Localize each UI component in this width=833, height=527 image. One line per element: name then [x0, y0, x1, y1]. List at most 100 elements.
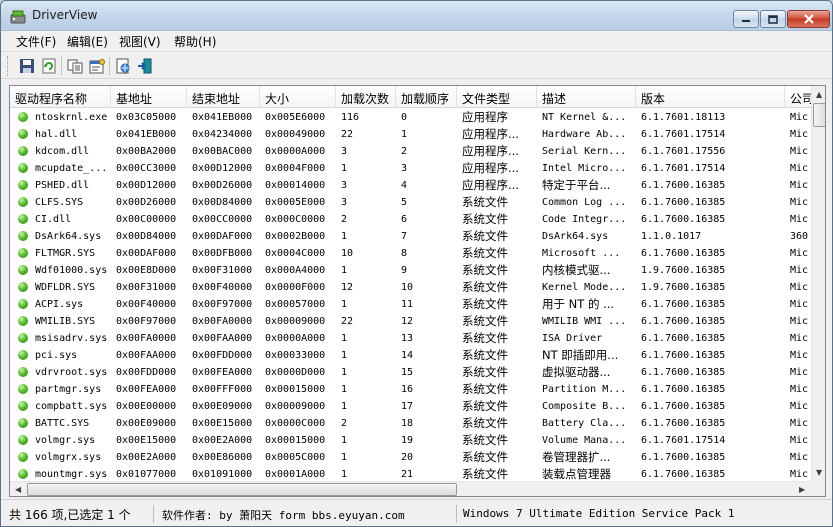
- cell-driver-name: pci.sys: [35, 350, 78, 361]
- cell-base-address: 0x00C00000: [116, 214, 177, 225]
- cell-load-count: 12: [341, 282, 354, 293]
- cell-size: 0x000A4000: [265, 265, 326, 276]
- minimize-button[interactable]: [733, 10, 759, 28]
- column-header-load-count[interactable]: 加载次数: [336, 86, 396, 108]
- table-row[interactable]: FLTMGR.SYS 0x00DAF000 0x00DFB000 0x0004C000…: [10, 245, 811, 262]
- table-row[interactable]: mcupdate_... 0x00CC3000 0x00D12000 0x0004F0…: [10, 160, 811, 177]
- cell-load-order: 20: [401, 452, 414, 463]
- vertical-scrollbar[interactable]: ▲ ▼: [811, 86, 825, 481]
- menu-help[interactable]: 帮助(H): [171, 33, 219, 50]
- table-row[interactable]: mountmgr.sys 0x01077000 0x01091000 0x0001A0…: [10, 466, 811, 481]
- driver-status-icon: [18, 248, 28, 258]
- table-row[interactable]: volmgr.sys 0x00E15000 0x00E2A000 0x00015000…: [10, 432, 811, 449]
- column-header-load-order[interactable]: 加载顺序: [396, 86, 457, 108]
- driver-status-icon: [18, 452, 28, 462]
- cell-description: Hardware Ab...: [542, 129, 627, 140]
- cell-end-address: 0x00D12000: [192, 163, 253, 174]
- menu-view[interactable]: 视图(V): [116, 33, 164, 50]
- driver-status-icon: [18, 214, 28, 224]
- cell-description: Kernel Mode...: [542, 282, 627, 293]
- column-header-version[interactable]: 版本: [636, 86, 785, 108]
- driver-status-icon: [18, 333, 28, 343]
- properties-button[interactable]: [87, 56, 107, 76]
- cell-description: Composite B...: [542, 401, 627, 412]
- table-row[interactable]: CI.dll 0x00C00000 0x00CC0000 0x000C0000 2 6 系统…: [10, 211, 811, 228]
- copy-button[interactable]: [65, 56, 85, 76]
- driver-status-icon: [18, 180, 28, 190]
- refresh-button[interactable]: [39, 56, 59, 76]
- cell-description: 虚拟驱动器...: [542, 365, 611, 379]
- save-button[interactable]: [17, 56, 37, 76]
- cell-end-address: 0x00F31000: [192, 265, 253, 276]
- horizontal-scroll-thumb[interactable]: [27, 483, 457, 496]
- cell-file-type: 系统文件: [462, 348, 508, 362]
- column-header-base-address[interactable]: 基地址: [111, 86, 187, 108]
- table-row[interactable]: pci.sys 0x00FAA000 0x00FDD000 0x00033000 1 14…: [10, 347, 811, 364]
- scroll-down-icon[interactable]: ▼: [816, 468, 822, 477]
- driver-list[interactable]: 驱动程序名称 基地址 结束地址 大小 加载次数 加载顺序 文件类型 描述 版本 …: [9, 85, 826, 497]
- toolbar-separator: [109, 57, 110, 75]
- cell-load-count: 22: [341, 316, 354, 327]
- maximize-button[interactable]: [760, 10, 786, 28]
- column-header-driver-name[interactable]: 驱动程序名称: [10, 86, 111, 108]
- cell-size: 0x00014000: [265, 180, 326, 191]
- cell-base-address: 0x00FDD000: [116, 367, 177, 378]
- table-row[interactable]: WDFLDR.SYS 0x00F31000 0x00F40000 0x0000F000…: [10, 279, 811, 296]
- table-row[interactable]: volmgrx.sys 0x00E2A000 0x00E86000 0x0005C00…: [10, 449, 811, 466]
- table-row[interactable]: hal.dll 0x041EB000 0x04234000 0x00049000 22 1…: [10, 126, 811, 143]
- column-header-end-address[interactable]: 结束地址: [187, 86, 260, 108]
- cell-file-type: 系统文件: [462, 314, 508, 328]
- column-header-size[interactable]: 大小: [260, 86, 336, 108]
- save-icon: [20, 59, 34, 73]
- cell-base-address: 0x00F31000: [116, 282, 177, 293]
- toolbar-grip[interactable]: [7, 56, 10, 76]
- table-row[interactable]: compbatt.sys 0x00E00000 0x00E09000 0x000090…: [10, 398, 811, 415]
- cell-driver-name: BATTC.SYS: [35, 418, 90, 429]
- cell-version: 6.1.7600.16385: [641, 214, 726, 225]
- cell-end-address: 0x00E2A000: [192, 435, 253, 446]
- table-row[interactable]: partmgr.sys 0x00FEA000 0x00FFF000 0x0001500…: [10, 381, 811, 398]
- table-row[interactable]: DsArk64.sys 0x00D84000 0x00DAF000 0x0002B00…: [10, 228, 811, 245]
- table-row[interactable]: ntoskrnl.exe 0x03C05000 0x041EB000 0x005E60…: [10, 109, 811, 126]
- menu-edit[interactable]: 编辑(E): [64, 33, 111, 50]
- cell-end-address: 0x00FEA000: [192, 367, 253, 378]
- table-row[interactable]: WMILIB.SYS 0x00F97000 0x00FA0000 0x00009000…: [10, 313, 811, 330]
- cell-version: 6.1.7600.16385: [641, 401, 726, 412]
- table-row[interactable]: msisadrv.sys 0x00FA0000 0x00FAA000 0x0000A0…: [10, 330, 811, 347]
- cell-size: 0x00049000: [265, 129, 326, 140]
- cell-description: Microsoft ...: [542, 248, 621, 259]
- cell-base-address: 0x00FAA000: [116, 350, 177, 361]
- html-report-button[interactable]: [113, 56, 133, 76]
- cell-description: Intel Micro...: [542, 163, 627, 174]
- horizontal-scrollbar[interactable]: ◀ ▶: [10, 481, 811, 496]
- table-row[interactable]: PSHED.dll 0x00D12000 0x00D26000 0x00014000 3…: [10, 177, 811, 194]
- title-bar[interactable]: DriverView: [1, 1, 832, 31]
- cell-load-order: 11: [401, 299, 414, 310]
- cell-end-address: 0x00FA0000: [192, 316, 253, 327]
- driver-status-icon: [18, 384, 28, 394]
- cell-size: 0x00009000: [265, 316, 326, 327]
- column-header-description[interactable]: 描述: [537, 86, 636, 108]
- cell-driver-name: mountmgr.sys: [35, 469, 108, 480]
- table-row[interactable]: kdcom.dll 0x00BA2000 0x00BAC000 0x0000A000 3…: [10, 143, 811, 160]
- cell-driver-name: kdcom.dll: [35, 146, 90, 157]
- scroll-right-icon[interactable]: ▶: [799, 485, 805, 494]
- scroll-left-icon[interactable]: ◀: [15, 485, 21, 494]
- table-row[interactable]: Wdf01000.sys 0x00E8D000 0x00F31000 0x000A40…: [10, 262, 811, 279]
- exit-button[interactable]: [135, 56, 155, 76]
- cell-size: 0x00057000: [265, 299, 326, 310]
- scroll-up-icon[interactable]: ▲: [816, 90, 822, 99]
- cell-version: 6.1.7600.16385: [641, 180, 726, 191]
- close-button[interactable]: [787, 10, 830, 28]
- table-row[interactable]: BATTC.SYS 0x00E09000 0x00E15000 0x0000C000 2…: [10, 415, 811, 432]
- column-header-file-type[interactable]: 文件类型: [457, 86, 537, 108]
- vertical-scroll-thumb[interactable]: [813, 103, 825, 127]
- cell-size: 0x0002B000: [265, 231, 326, 242]
- table-row[interactable]: vdrvroot.sys 0x00FDD000 0x00FEA000 0x0000D0…: [10, 364, 811, 381]
- menu-file[interactable]: 文件(F): [13, 33, 59, 50]
- cell-driver-name: msisadrv.sys: [35, 333, 108, 344]
- cell-load-order: 8: [401, 248, 408, 259]
- table-row[interactable]: CLFS.SYS 0x00D26000 0x00D84000 0x0005E000 3 5…: [10, 194, 811, 211]
- table-row[interactable]: ACPI.sys 0x00F40000 0x00F97000 0x00057000 1 1…: [10, 296, 811, 313]
- cell-company: Mic: [790, 265, 809, 276]
